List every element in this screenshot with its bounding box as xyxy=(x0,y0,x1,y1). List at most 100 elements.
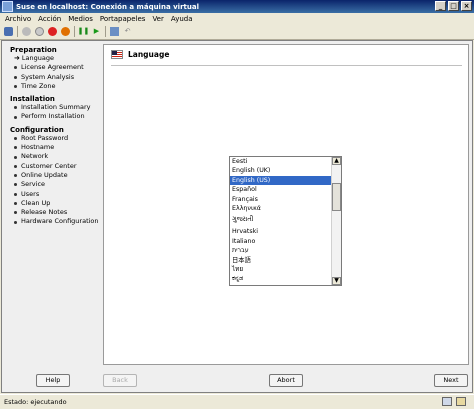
vm-status-text: Estado: ejecutando xyxy=(4,398,67,406)
header-divider xyxy=(111,65,462,66)
bullet-icon xyxy=(14,75,17,79)
power-icon[interactable] xyxy=(61,27,70,36)
panel-title: Language xyxy=(128,50,170,59)
installation-steps-sidebar: Preparation ➜ Language License Agreement… xyxy=(10,46,102,227)
listbox-scrollbar[interactable]: ▲ ▼ xyxy=(331,157,341,285)
step-label: Hostname xyxy=(21,143,55,152)
bullet-icon xyxy=(14,174,17,178)
shutdown-icon[interactable] xyxy=(48,27,57,36)
scroll-down-arrow-icon[interactable]: ▼ xyxy=(332,277,341,285)
vm-screen: Preparation ➜ Language License Agreement… xyxy=(1,40,473,393)
bullet-icon xyxy=(14,192,17,196)
menu-ver[interactable]: Ver xyxy=(152,15,163,23)
back-button[interactable]: Back xyxy=(103,374,137,387)
language-option[interactable]: Français xyxy=(230,195,341,204)
step-label: Language xyxy=(21,54,54,62)
bullet-icon xyxy=(14,155,17,159)
step-label: Root Password xyxy=(21,133,69,142)
step-label: Installation Summary xyxy=(21,103,91,112)
step-service: Service xyxy=(10,180,102,189)
step-system-analysis: System Analysis xyxy=(10,73,102,82)
step-label: Perform Installation xyxy=(21,112,85,121)
snapshot-icon[interactable] xyxy=(110,27,119,36)
pause-icon[interactable]: ❚❚ xyxy=(78,27,90,36)
turn-off-icon[interactable] xyxy=(35,27,44,36)
title-bar: Suse en localhost: Conexión a máquina vi… xyxy=(0,0,474,13)
toolbar-separator xyxy=(74,26,75,37)
language-option[interactable]: עברית xyxy=(230,246,341,255)
language-option[interactable]: Hrvatski xyxy=(230,227,341,236)
scroll-up-arrow-icon[interactable]: ▲ xyxy=(332,157,341,165)
status-bar: Estado: ejecutando xyxy=(0,394,474,409)
menu-accion[interactable]: Acción xyxy=(38,15,61,23)
language-option[interactable]: ગુજરાતી xyxy=(230,213,341,227)
step-customer-center: Customer Center xyxy=(10,162,102,171)
bullet-icon xyxy=(14,183,17,187)
bullet-icon xyxy=(14,85,17,89)
menu-portapapeles[interactable]: Portapapeles xyxy=(100,15,146,23)
window-controls: _ □ × xyxy=(435,1,472,11)
step-label: Users xyxy=(21,189,40,198)
bullet-icon xyxy=(14,66,17,70)
step-release-notes: Release Notes xyxy=(10,208,102,217)
bullet-icon xyxy=(14,202,17,205)
language-option[interactable]: Español xyxy=(230,185,341,194)
stop-icon[interactable] xyxy=(22,27,31,36)
next-button[interactable]: Next xyxy=(434,374,468,387)
menu-medios[interactable]: Medios xyxy=(68,15,93,23)
language-option[interactable]: ಕನ್ನಡ xyxy=(230,274,341,283)
revert-icon[interactable]: ↶ xyxy=(123,27,132,36)
abort-button[interactable]: Abort xyxy=(269,374,303,387)
bullet-icon xyxy=(14,164,17,168)
ctrl-alt-del-icon[interactable] xyxy=(4,27,13,36)
language-option[interactable]: Ελληνικά xyxy=(230,204,341,213)
close-button[interactable]: × xyxy=(461,1,472,11)
bullet-icon xyxy=(14,220,17,224)
section-title-installation: Installation xyxy=(10,95,55,104)
step-label: Online Update xyxy=(21,170,68,179)
language-option[interactable]: English (UK) xyxy=(230,166,341,175)
step-network: Network xyxy=(10,152,102,161)
step-label: Clean Up xyxy=(21,198,51,207)
toolbar-separator xyxy=(17,26,18,37)
language-option-selected[interactable]: English (US) xyxy=(230,175,341,186)
step-online-update: Online Update xyxy=(10,171,102,180)
minimize-button[interactable]: _ xyxy=(435,1,446,11)
step-label: System Analysis xyxy=(21,72,75,81)
status-icons xyxy=(442,397,466,406)
help-button[interactable]: Help xyxy=(36,374,70,387)
section-title-preparation: Preparation xyxy=(10,46,57,54)
language-option[interactable]: 日本語 xyxy=(230,256,341,265)
scrollbar-thumb[interactable] xyxy=(332,183,341,211)
language-option[interactable]: ไทย xyxy=(230,265,341,274)
step-label: Network xyxy=(21,152,49,161)
step-label: Release Notes xyxy=(21,208,68,217)
step-language: ➜ Language xyxy=(10,54,102,63)
language-option[interactable]: Italiano xyxy=(230,237,341,246)
bullet-icon xyxy=(14,211,17,215)
section-title-configuration: Configuration xyxy=(10,125,64,134)
step-perform-installation: Perform Installation xyxy=(10,112,102,121)
step-time-zone: Time Zone xyxy=(10,82,102,91)
language-option[interactable]: Eesti xyxy=(230,157,341,166)
step-label: Customer Center xyxy=(21,161,77,170)
step-label: Time Zone xyxy=(21,81,56,90)
bullet-icon xyxy=(14,106,17,110)
menu-ayuda[interactable]: Ayuda xyxy=(171,15,193,23)
keyboard-icon xyxy=(442,397,452,406)
step-license-agreement: License Agreement xyxy=(10,63,102,72)
menu-archivo[interactable]: Archivo xyxy=(5,15,31,23)
step-root-password: Root Password xyxy=(10,134,102,143)
language-listbox[interactable]: Eesti English (UK) English (US) Español … xyxy=(229,156,342,286)
current-step-arrow-icon: ➜ xyxy=(14,54,20,62)
panel-header: Language xyxy=(111,50,169,59)
step-label: License Agreement xyxy=(21,63,84,72)
step-clean-up: Clean Up xyxy=(10,199,102,208)
start-icon[interactable]: ▶ xyxy=(92,27,101,36)
language-flag-icon xyxy=(111,50,123,59)
lock-icon xyxy=(456,397,466,406)
step-hostname: Hostname xyxy=(10,143,102,152)
maximize-button[interactable]: □ xyxy=(448,1,459,11)
step-users: Users xyxy=(10,190,102,199)
step-installation-summary: Installation Summary xyxy=(10,103,102,112)
